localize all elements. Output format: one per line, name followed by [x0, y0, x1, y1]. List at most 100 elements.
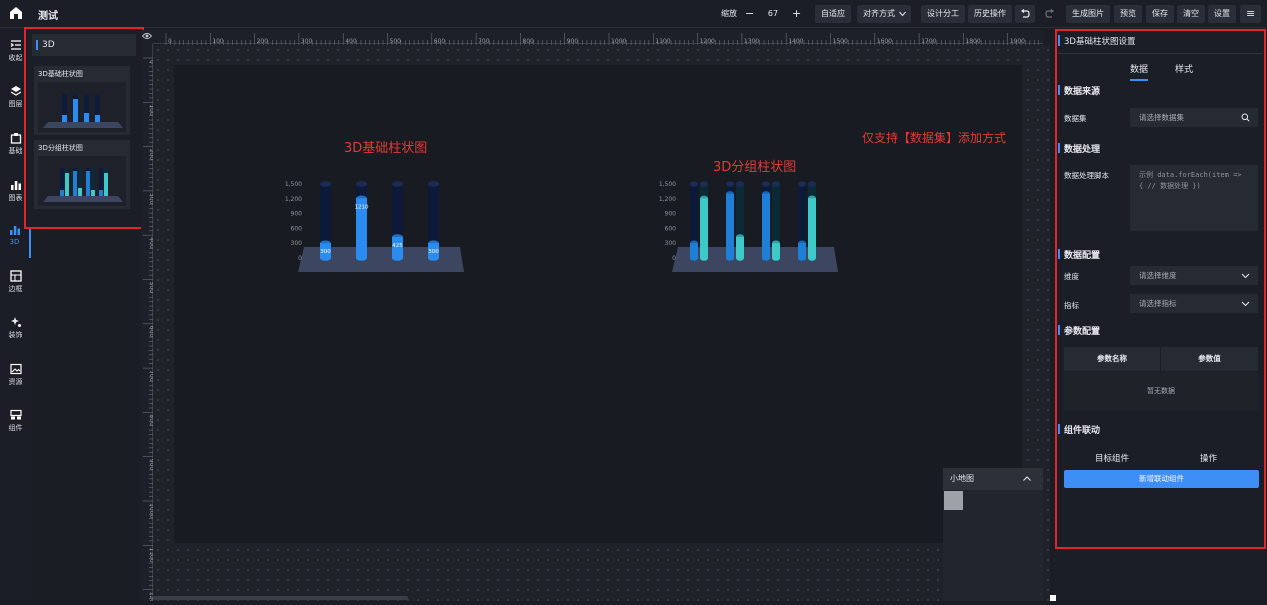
add-linkage-button[interactable]: 新增联动组件 [1064, 470, 1259, 488]
bar[interactable] [762, 193, 770, 258]
ruler-label: 100 [212, 38, 224, 45]
design-split-button[interactable]: 设计分工 [921, 5, 965, 23]
bar-base [808, 255, 816, 261]
undo-icon [1021, 9, 1030, 18]
bar-base [700, 255, 708, 261]
metric-select[interactable]: 请选择指标 [1130, 294, 1258, 313]
ruler-label: 900 [567, 38, 579, 45]
align-label: 对齐方式 [863, 9, 895, 18]
nav-resources[interactable]: 资源 [0, 357, 31, 397]
component-card-3d-grouped-bar[interactable]: 3D分组柱状图 [34, 140, 130, 209]
history-button[interactable]: 历史操作 [968, 5, 1012, 23]
chevron-up-icon[interactable] [1023, 476, 1031, 481]
bar-track-cap [690, 181, 698, 187]
ruler-label: 700 [478, 38, 490, 45]
undo-button[interactable] [1015, 5, 1035, 23]
bar-cap [320, 240, 331, 246]
minimap-viewport[interactable] [944, 491, 963, 510]
zoom-out-button[interactable]: − [745, 5, 754, 23]
nav-decoration[interactable]: 装饰 [0, 310, 31, 350]
bar-track-cap [798, 181, 806, 187]
bar-track-cap [320, 181, 331, 187]
ruler-label: 800 [522, 38, 534, 45]
ruler-label: 1100 [655, 38, 670, 45]
clear-button[interactable]: 清空 [1177, 5, 1205, 23]
chart-3d-grouped-bar[interactable]: 0 300 600 900 1,200 1,500 [656, 175, 846, 275]
script-textarea[interactable]: 示例 data.forEach(item => { // 数据处理 }) [1130, 165, 1258, 231]
ruler-horizontal-ticks: 0 100 200 300 400 500 600 700 800 900 1000 1100 1200… [165, 33, 1040, 45]
minimap-header[interactable]: 小地图 [943, 468, 1043, 490]
preview-button[interactable]: 预览 [1114, 5, 1142, 23]
bar[interactable] [808, 198, 816, 258]
chart-3d-basic-bar[interactable]: 0 300 600 900 1,200 1,500 300 1210 425 300 [282, 175, 472, 275]
settings-button[interactable]: 设置 [1208, 5, 1236, 23]
zoom-label: 缩放 [721, 9, 737, 18]
y-tick-label: 0 [672, 255, 676, 262]
generate-image-button[interactable]: 生成图片 [1066, 5, 1110, 23]
section-data-source: 数据来源 [1064, 87, 1101, 97]
bar-base [690, 255, 698, 261]
bar[interactable] [700, 198, 708, 258]
redo-icon [1045, 9, 1054, 18]
border-icon [9, 270, 22, 282]
zoom-in-button[interactable]: + [792, 5, 801, 23]
ruler-label: 1900 [1010, 38, 1025, 45]
bar-base [798, 255, 806, 261]
bar-cap [798, 240, 806, 246]
component-icon [9, 409, 22, 420]
ruler-label: 1300 [744, 38, 759, 45]
bar-track-cap [736, 181, 744, 187]
bar[interactable] [736, 237, 744, 258]
ruler-label: 1200 [700, 38, 715, 45]
fit-button[interactable]: 自适应 [815, 5, 851, 23]
category-header[interactable]: 3D [32, 34, 136, 56]
top-toolbar: 测试 缩放 − 67 + 自适应 对齐方式 设计分工 历史操作 生成图片 预览 … [0, 0, 1267, 28]
dimension-placeholder: 请选择维度 [1139, 271, 1177, 280]
eye-icon[interactable] [142, 32, 152, 40]
save-button[interactable]: 保存 [1146, 5, 1174, 23]
minimap[interactable]: 小地图 [943, 468, 1043, 601]
nav-label: 3D [9, 238, 20, 246]
app-title: 测试 [38, 11, 58, 22]
nav-label: 装饰 [8, 331, 23, 339]
annotation-basic-bar: 3D基础柱状图 [344, 141, 428, 156]
ruler-vertical-ticks: 0100200300400500600700800900100011001200 [143, 57, 155, 605]
horizontal-scrollbar[interactable] [153, 596, 408, 600]
nav-components[interactable]: 组件 [0, 403, 31, 443]
chevron-down-icon [1241, 273, 1250, 279]
bar-value-label: 1210 [355, 204, 369, 210]
bar[interactable] [726, 193, 734, 258]
ruler-label: 300 [301, 38, 313, 45]
bar-base [428, 255, 439, 261]
tab-style[interactable]: 样式 [1175, 62, 1193, 75]
bar-track-cap [700, 181, 708, 187]
dimension-label: 维度 [1064, 272, 1079, 281]
bar-track-cap [808, 181, 816, 187]
image-icon [9, 363, 22, 375]
home-logo-icon[interactable] [9, 6, 23, 20]
y-tick-label: 600 [291, 225, 303, 232]
section-accent [1058, 143, 1060, 153]
collapse-icon [10, 40, 21, 50]
align-dropdown[interactable]: 对齐方式 [857, 5, 911, 23]
ruler-label: 1500 [833, 38, 848, 45]
3d-icon [9, 226, 20, 235]
bar-base [320, 255, 331, 261]
title-accent [1058, 35, 1060, 46]
dimension-select[interactable]: 请选择维度 [1130, 266, 1258, 285]
component-card-3d-basic-bar[interactable]: 3D基础柱状图 [34, 66, 130, 135]
menu-button[interactable]: ≡ [1240, 5, 1262, 23]
nav-border[interactable]: 边框 [0, 264, 31, 304]
basic-icon [10, 133, 21, 144]
ruler-label: 1700 [921, 38, 936, 45]
y-tick-label: 1,200 [285, 196, 302, 203]
nav-label: 资源 [8, 378, 23, 386]
ruler-label: 500 [390, 38, 402, 45]
bar-cap [726, 191, 734, 197]
redo-button[interactable] [1040, 5, 1060, 23]
card-title: 3D基础柱状图 [38, 70, 83, 78]
param-empty: 暂无数据 [1064, 372, 1258, 410]
dataset-select[interactable]: 请选择数据集 [1130, 108, 1258, 127]
zoom-value[interactable]: 67 [762, 5, 784, 23]
tab-data[interactable]: 数据 [1130, 62, 1149, 81]
